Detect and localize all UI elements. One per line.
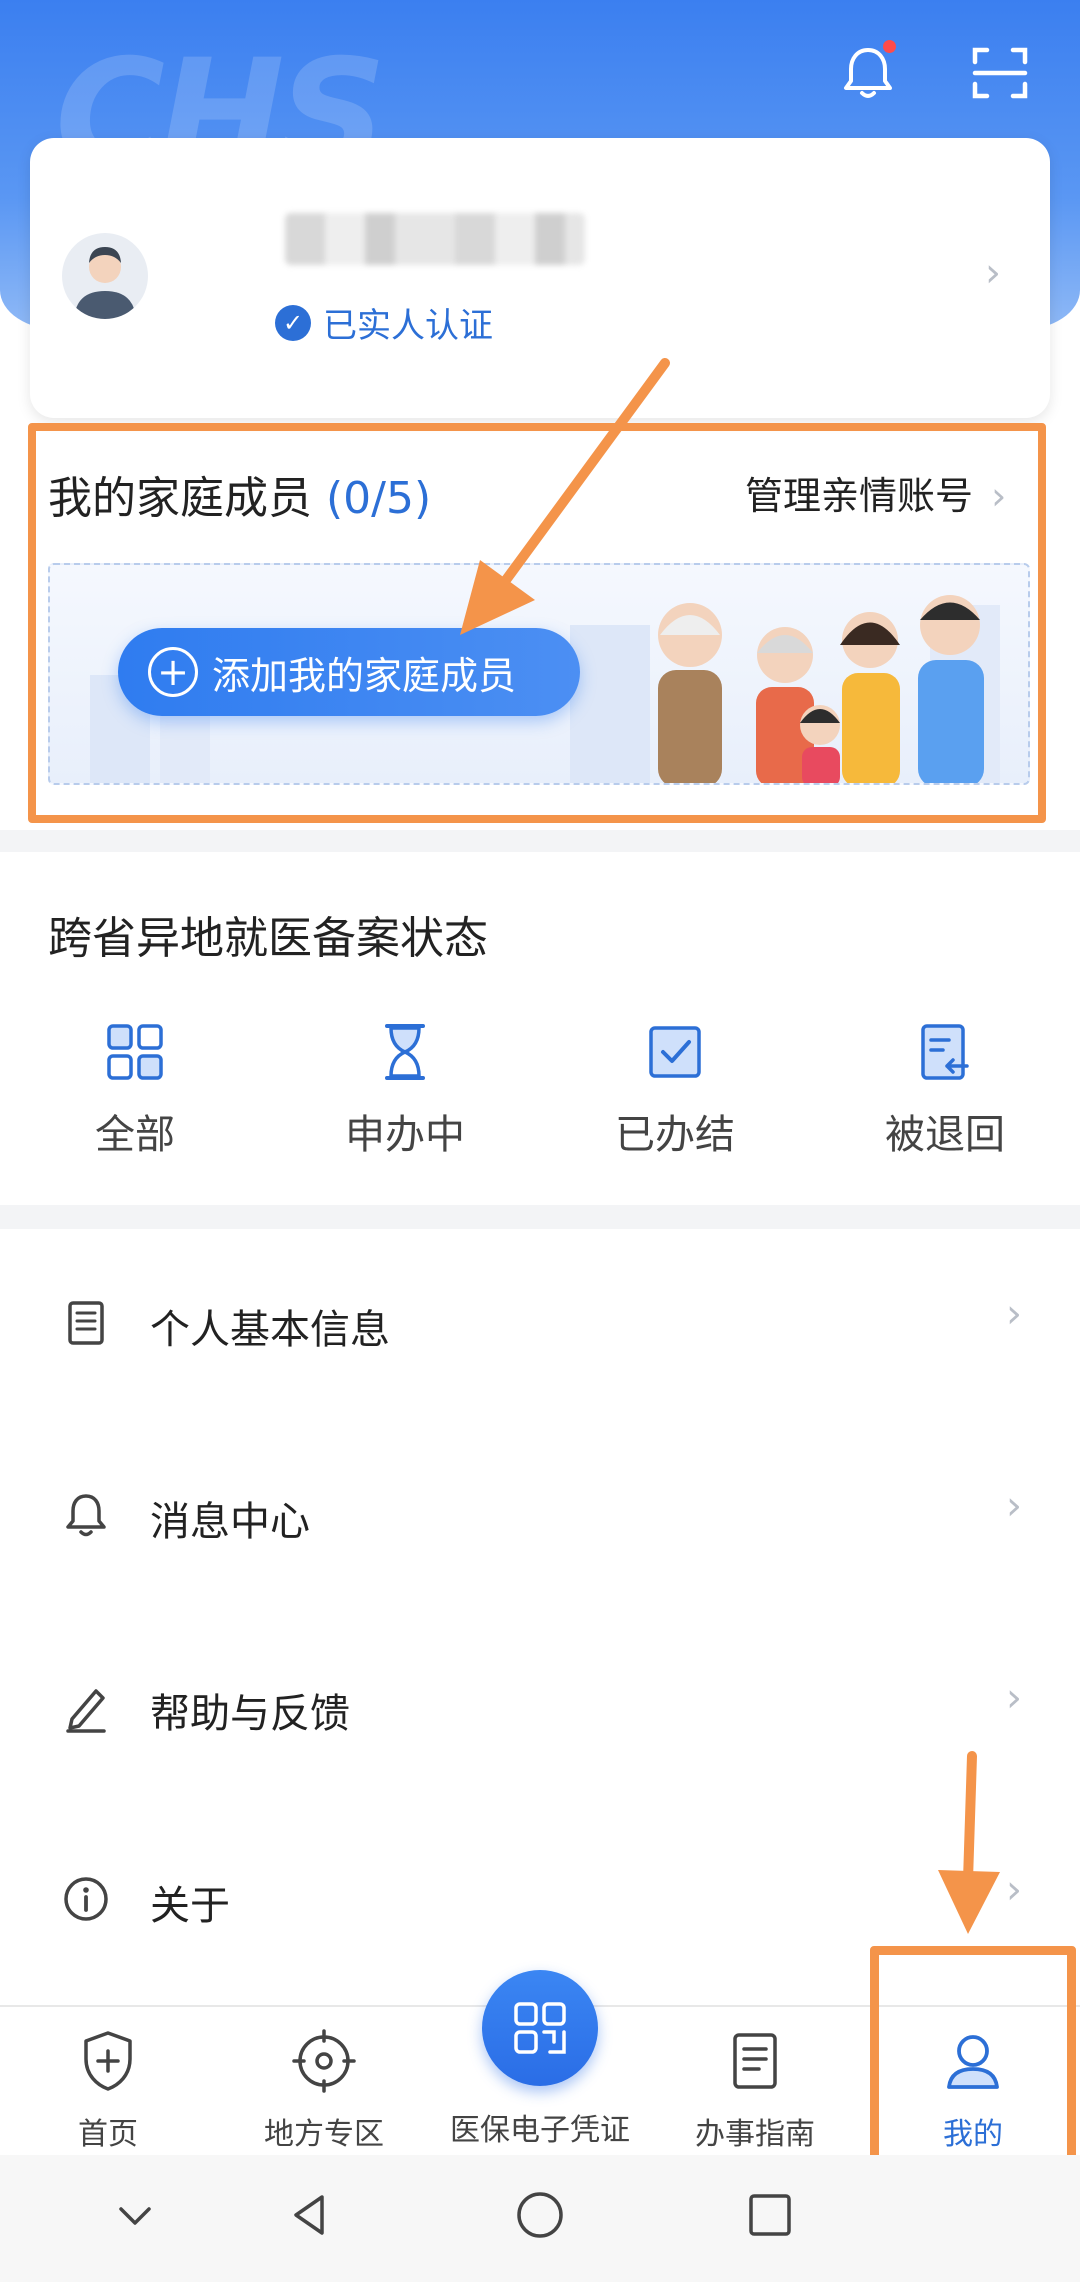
check-icon (649, 1026, 701, 1078)
menu-item-label: 帮助与反馈 (150, 1691, 350, 1737)
home-circle-icon[interactable] (510, 2185, 570, 2245)
tab-local-zone[interactable]: 地方专区 (224, 2025, 424, 2153)
status-label: 被退回 (885, 1112, 1005, 1158)
return-doc-icon (921, 1024, 969, 1080)
tab-label: 办事指南 (695, 2117, 815, 2152)
status-label: 申办中 (345, 1112, 465, 1158)
family-count: (0/5) (326, 473, 432, 524)
qr-icon (514, 2002, 566, 2054)
chevron-right-icon: › (1006, 1675, 1022, 1721)
notification-dot (883, 40, 896, 53)
tab-home[interactable]: 首页 (8, 2025, 208, 2153)
menu-item-personal-info[interactable]: 个人基本信息 › (0, 1235, 1080, 1425)
manage-family-link[interactable]: 管理亲情账号 › (745, 465, 1006, 520)
verified-label: 已实人认证 (323, 306, 493, 346)
verified-check-icon: ✓ (275, 304, 311, 341)
status-returned[interactable]: 被退回 (845, 1020, 1045, 1160)
records-section-title: 跨省异地就医备案状态 (48, 913, 488, 964)
tab-insurance-qr-button[interactable] (482, 1970, 598, 2086)
status-label: 全部 (95, 1112, 175, 1158)
verification-status: ✓ 已实人认证 (275, 298, 493, 347)
tab-label[interactable]: 医保电子凭证 (440, 2105, 640, 2149)
bell-icon (66, 1494, 106, 1537)
masked-username (285, 213, 585, 265)
avatar (62, 233, 148, 319)
tab-label: 地方专区 (264, 2117, 384, 2152)
section-divider (0, 830, 1080, 852)
target-icon (292, 2029, 356, 2093)
status-label: 已办结 (615, 1112, 735, 1158)
recents-icon[interactable] (740, 2185, 800, 2245)
menu-item-help-feedback[interactable]: 帮助与反馈 › (0, 1619, 1080, 1809)
plus-circle-icon: + (148, 647, 198, 697)
scan-icon[interactable] (965, 38, 1035, 108)
tab-label: 首页 (78, 2117, 138, 2152)
guide-doc-icon (733, 2033, 777, 2089)
menu-item-label: 消息中心 (150, 1499, 310, 1545)
annotation-arrow-family (460, 358, 670, 635)
pen-icon (66, 1689, 106, 1733)
hourglass-icon (385, 1024, 425, 1080)
status-all[interactable]: 全部 (35, 1020, 235, 1160)
chevron-right-icon: › (1006, 1483, 1022, 1529)
back-icon[interactable] (280, 2185, 340, 2245)
annotation-arrow-mine (938, 1751, 1000, 1934)
chevron-right-icon: › (1006, 1291, 1022, 1337)
status-in-progress[interactable]: 申办中 (305, 1020, 505, 1160)
info-icon (64, 1877, 108, 1921)
document-icon (68, 1301, 104, 1345)
grid-icon (107, 1024, 163, 1080)
tab-guide[interactable]: 办事指南 (655, 2025, 855, 2153)
chevron-down-icon[interactable] (105, 2185, 165, 2245)
menu-item-label: 关于 (150, 1883, 230, 1929)
status-completed[interactable]: 已办结 (575, 1020, 775, 1160)
chevron-right-icon: › (991, 474, 1007, 518)
menu-item-label: 个人基本信息 (150, 1307, 390, 1353)
chevron-right-icon: › (985, 250, 1001, 296)
shield-plus-icon (84, 2031, 132, 2091)
family-section-title: 我的家庭成员 (0/5) (48, 473, 432, 524)
annotation-highlight-mine-tab (870, 1946, 1076, 2182)
section-divider (0, 1205, 1080, 1229)
menu-item-message-center[interactable]: 消息中心 › (0, 1427, 1080, 1617)
